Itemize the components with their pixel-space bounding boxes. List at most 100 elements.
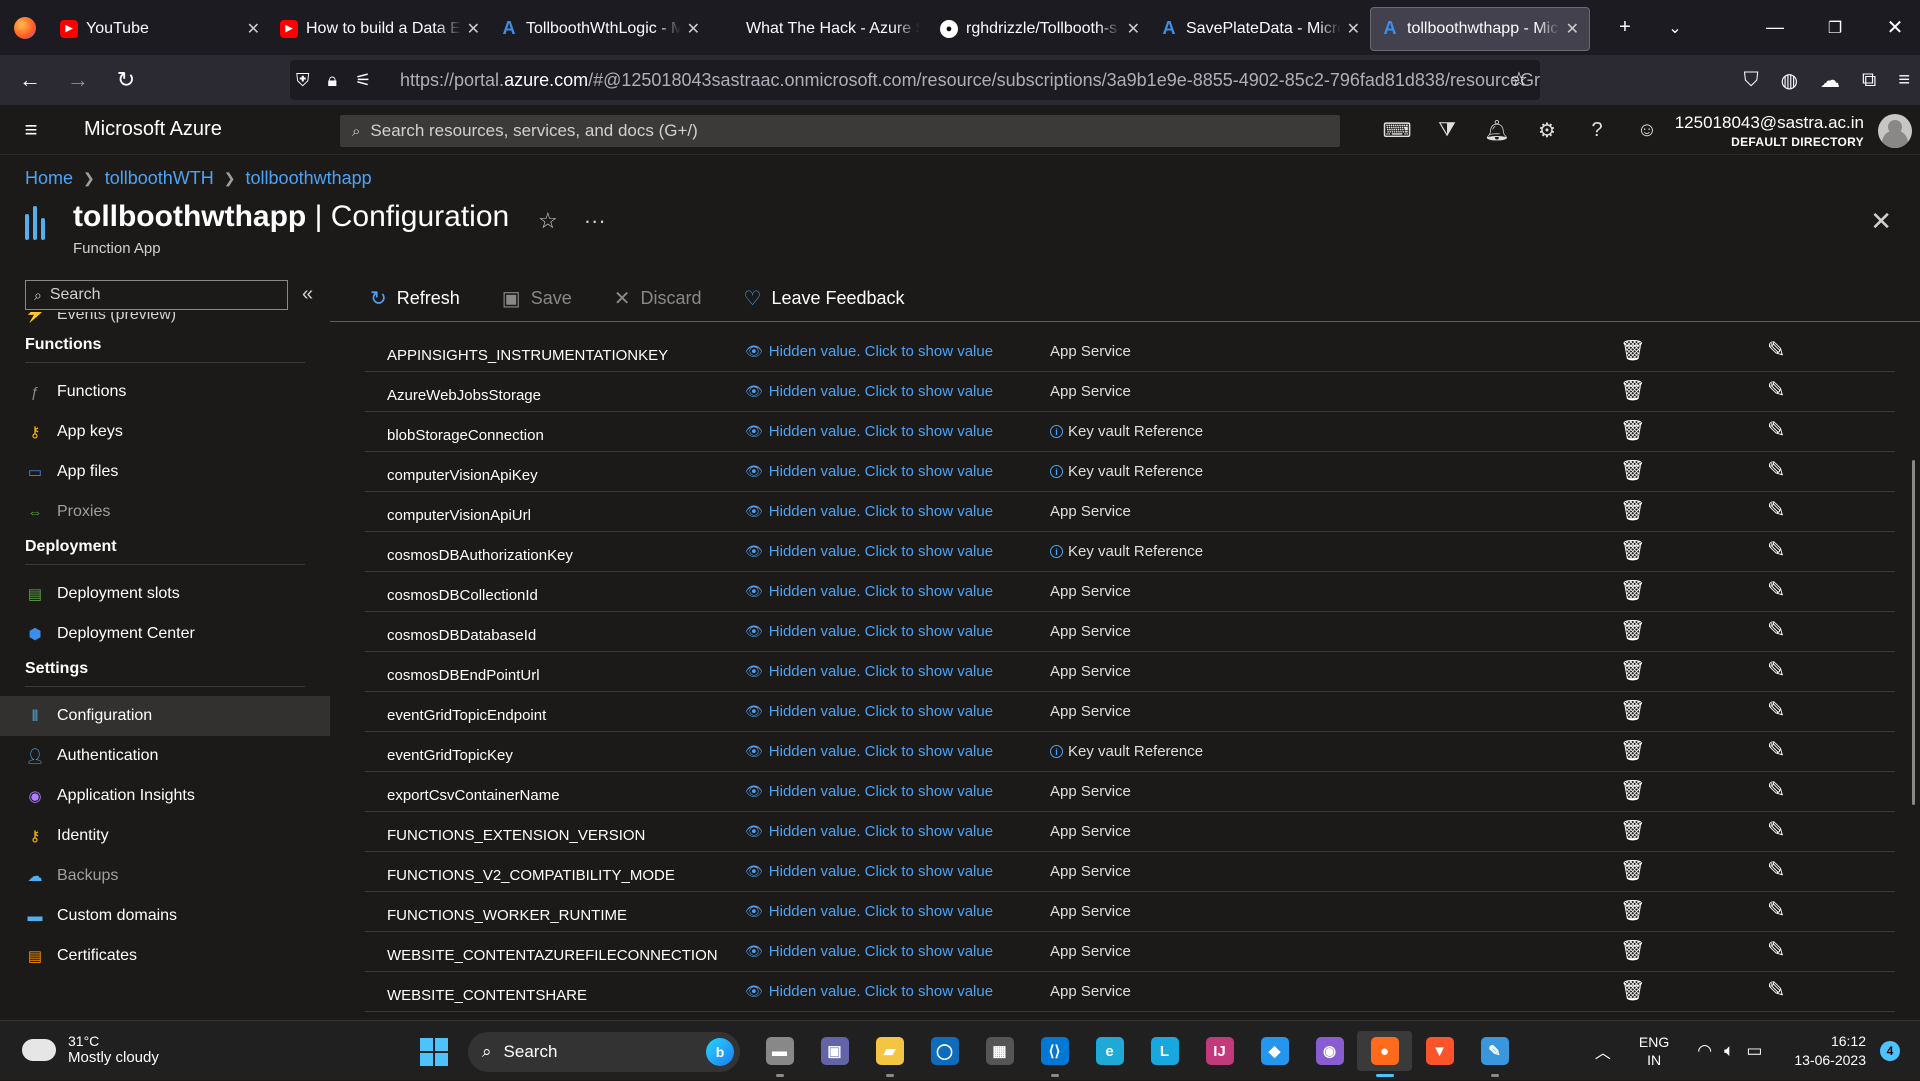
settings-gear-icon[interactable]: ⚙	[1522, 118, 1572, 143]
delete-icon[interactable]: 🗑︎	[1620, 458, 1645, 483]
restore-button[interactable]: ❐	[1810, 0, 1860, 55]
delete-icon[interactable]: 🗑︎	[1620, 578, 1645, 603]
show-value-link[interactable]: 👁︎ Hidden value. Click to show value	[745, 463, 993, 480]
delete-icon[interactable]: 🗑︎	[1620, 938, 1645, 963]
breadcrumb-resource-group[interactable]: tollboothWTH	[105, 168, 214, 189]
directory-filter-icon[interactable]: ⧩	[1422, 119, 1472, 142]
leave-feedback-button[interactable]: ♡ Leave Feedback	[744, 286, 905, 311]
permissions-icon[interactable]: ⚟	[355, 70, 371, 91]
menu-icon[interactable]: ≡	[1898, 69, 1910, 92]
notification-badge[interactable]: 4	[1880, 1041, 1900, 1061]
delete-icon[interactable]: 🗑︎	[1620, 698, 1645, 723]
input-language[interactable]: ENG IN	[1639, 1033, 1669, 1069]
show-value-link[interactable]: 👁︎ Hidden value. Click to show value	[745, 623, 993, 640]
feedback-icon[interactable]: ☺	[1622, 119, 1672, 142]
sidebar-item-identity[interactable]: ⚷ Identity	[0, 816, 330, 856]
delete-icon[interactable]: 🗑︎	[1620, 818, 1645, 843]
show-value-link[interactable]: 👁︎ Hidden value. Click to show value	[745, 423, 993, 440]
edit-pencil-icon[interactable]: ✎	[1767, 657, 1785, 683]
back-button[interactable]: ←	[8, 58, 52, 102]
vscode-icon[interactable]: ⟨⟩	[1027, 1031, 1082, 1077]
github-desktop-icon[interactable]: ◉	[1302, 1031, 1357, 1071]
show-hidden-icons-icon[interactable]: ︿	[1595, 1039, 1611, 1063]
l-app-icon[interactable]: L	[1137, 1031, 1192, 1071]
battery-icon[interactable]: ▭	[1746, 1041, 1762, 1061]
portal-brand[interactable]: Microsoft Azure	[84, 118, 222, 141]
list-all-tabs-icon[interactable]: ⌄	[1650, 0, 1700, 55]
file-explorer-icon[interactable]: ▬	[752, 1031, 807, 1077]
delete-icon[interactable]: 🗑︎	[1620, 378, 1645, 403]
teams-icon[interactable]: ▣	[807, 1031, 862, 1071]
portal-menu-icon[interactable]: ≡	[0, 117, 62, 143]
cortana-icon[interactable]: ◯	[917, 1031, 972, 1071]
refresh-button[interactable]: ↻ Refresh	[370, 286, 460, 311]
save-button[interactable]: ▣ Save	[502, 286, 572, 311]
browser-tab[interactable]: Atollboothwthapp - Mic ✕	[1370, 6, 1590, 51]
wifi-icon[interactable]: ◠	[1697, 1041, 1712, 1061]
browser-tab[interactable]: ● rghdrizzle/Tollbooth-s ✕	[930, 7, 1150, 51]
delete-icon[interactable]: 🗑︎	[1620, 538, 1645, 563]
sidebar-item-app-keys[interactable]: ⚷ App keys	[0, 412, 330, 452]
show-value-link[interactable]: 👁︎ Hidden value. Click to show value	[745, 503, 993, 520]
tracking-protection-icon[interactable]: ⛨	[296, 70, 310, 91]
extension-cloud-icon[interactable]: ☁	[1820, 68, 1840, 93]
close-tab-icon[interactable]: ✕	[1347, 19, 1360, 39]
edge-icon[interactable]: e	[1082, 1031, 1137, 1071]
delete-icon[interactable]: 🗑︎	[1620, 658, 1645, 683]
brave-icon[interactable]: ▼	[1412, 1031, 1467, 1071]
global-search-input[interactable]: ⌕ Search resources, services, and docs (…	[340, 115, 1340, 147]
intellij-icon[interactable]: IJ	[1192, 1031, 1247, 1071]
show-value-link[interactable]: 👁︎ Hidden value. Click to show value	[745, 823, 993, 840]
sidebar-item-certificates[interactable]: ▤ Certificates	[0, 936, 330, 976]
sidebar-item-backups[interactable]: ☁ Backups	[0, 856, 330, 896]
delete-icon[interactable]: 🗑︎	[1620, 898, 1645, 923]
edit-pencil-icon[interactable]: ✎	[1767, 857, 1785, 883]
show-value-link[interactable]: 👁︎ Hidden value. Click to show value	[745, 863, 993, 880]
show-value-link[interactable]: 👁︎ Hidden value. Click to show value	[745, 703, 993, 720]
close-tab-icon[interactable]: ✕	[1566, 19, 1579, 39]
clock[interactable]: 16:12 13-06-2023	[1794, 1032, 1866, 1070]
cloud-shell-icon[interactable]: ⌨	[1372, 118, 1422, 143]
delete-icon[interactable]: 🗑︎	[1620, 338, 1645, 363]
sidebar-item-authentication[interactable]: 👤︎ Authentication	[0, 736, 330, 776]
close-tab-icon[interactable]: ✕	[247, 19, 260, 39]
vpn-globe-icon[interactable]: ◍	[1781, 68, 1798, 93]
edit-pencil-icon[interactable]: ✎	[1767, 417, 1785, 443]
firefox-menu-icon[interactable]	[0, 0, 50, 55]
show-value-link[interactable]: 👁︎ Hidden value. Click to show value	[745, 983, 993, 1000]
close-window-button[interactable]: ✕	[1870, 0, 1920, 55]
show-value-link[interactable]: 👁︎ Hidden value. Click to show value	[745, 783, 993, 800]
sidebar-item-custom-domains[interactable]: ▬ Custom domains	[0, 896, 330, 936]
edit-pencil-icon[interactable]: ✎	[1767, 897, 1785, 923]
edit-pencil-icon[interactable]: ✎	[1767, 817, 1785, 843]
edit-pencil-icon[interactable]: ✎	[1767, 497, 1785, 523]
sidebar-item-deployment-center[interactable]: ⬢ Deployment Center	[0, 614, 330, 654]
start-button[interactable]	[420, 1038, 448, 1066]
delete-icon[interactable]: 🗑︎	[1620, 978, 1645, 1003]
docker-icon[interactable]: ◆	[1247, 1031, 1302, 1071]
browser-tab[interactable]: ▶ YouTube ✕	[50, 7, 270, 51]
sidebar-item-proxies[interactable]: ⇔ Proxies	[0, 492, 330, 532]
paint-icon[interactable]: ✎	[1467, 1031, 1522, 1077]
delete-icon[interactable]: 🗑︎	[1620, 418, 1645, 443]
weather-widget[interactable]: 31°C Mostly cloudy	[20, 1030, 159, 1066]
sidebar-item-app-files[interactable]: ▭ App files	[0, 452, 330, 492]
browser-tab[interactable]: What The Hack - Azure Ser	[710, 7, 930, 51]
show-value-link[interactable]: 👁︎ Hidden value. Click to show value	[745, 383, 993, 400]
show-value-link[interactable]: 👁︎ Hidden value. Click to show value	[745, 543, 993, 560]
info-icon[interactable]: i	[1050, 425, 1063, 438]
edit-pencil-icon[interactable]: ✎	[1767, 937, 1785, 963]
close-tab-icon[interactable]: ✕	[467, 19, 480, 39]
browser-tab[interactable]: A SavePlateData - Micro ✕	[1150, 7, 1370, 51]
notifications-icon[interactable]: 🔔︎	[1472, 118, 1522, 143]
show-value-link[interactable]: 👁︎ Hidden value. Click to show value	[745, 943, 993, 960]
scrollbar[interactable]	[1912, 460, 1915, 805]
edit-pencil-icon[interactable]: ✎	[1767, 977, 1785, 1003]
taskbar-search[interactable]: ⌕ Search b	[468, 1032, 740, 1072]
collapse-sidebar-icon[interactable]: «	[302, 283, 313, 306]
delete-icon[interactable]: 🗑︎	[1620, 778, 1645, 803]
volume-icon[interactable]: 🔈︎	[1724, 1041, 1734, 1061]
browser-tab[interactable]: ▶ How to build a Data E ✕	[270, 7, 490, 51]
store-icon[interactable]: ▦	[972, 1031, 1027, 1071]
edit-pencil-icon[interactable]: ✎	[1767, 377, 1785, 403]
